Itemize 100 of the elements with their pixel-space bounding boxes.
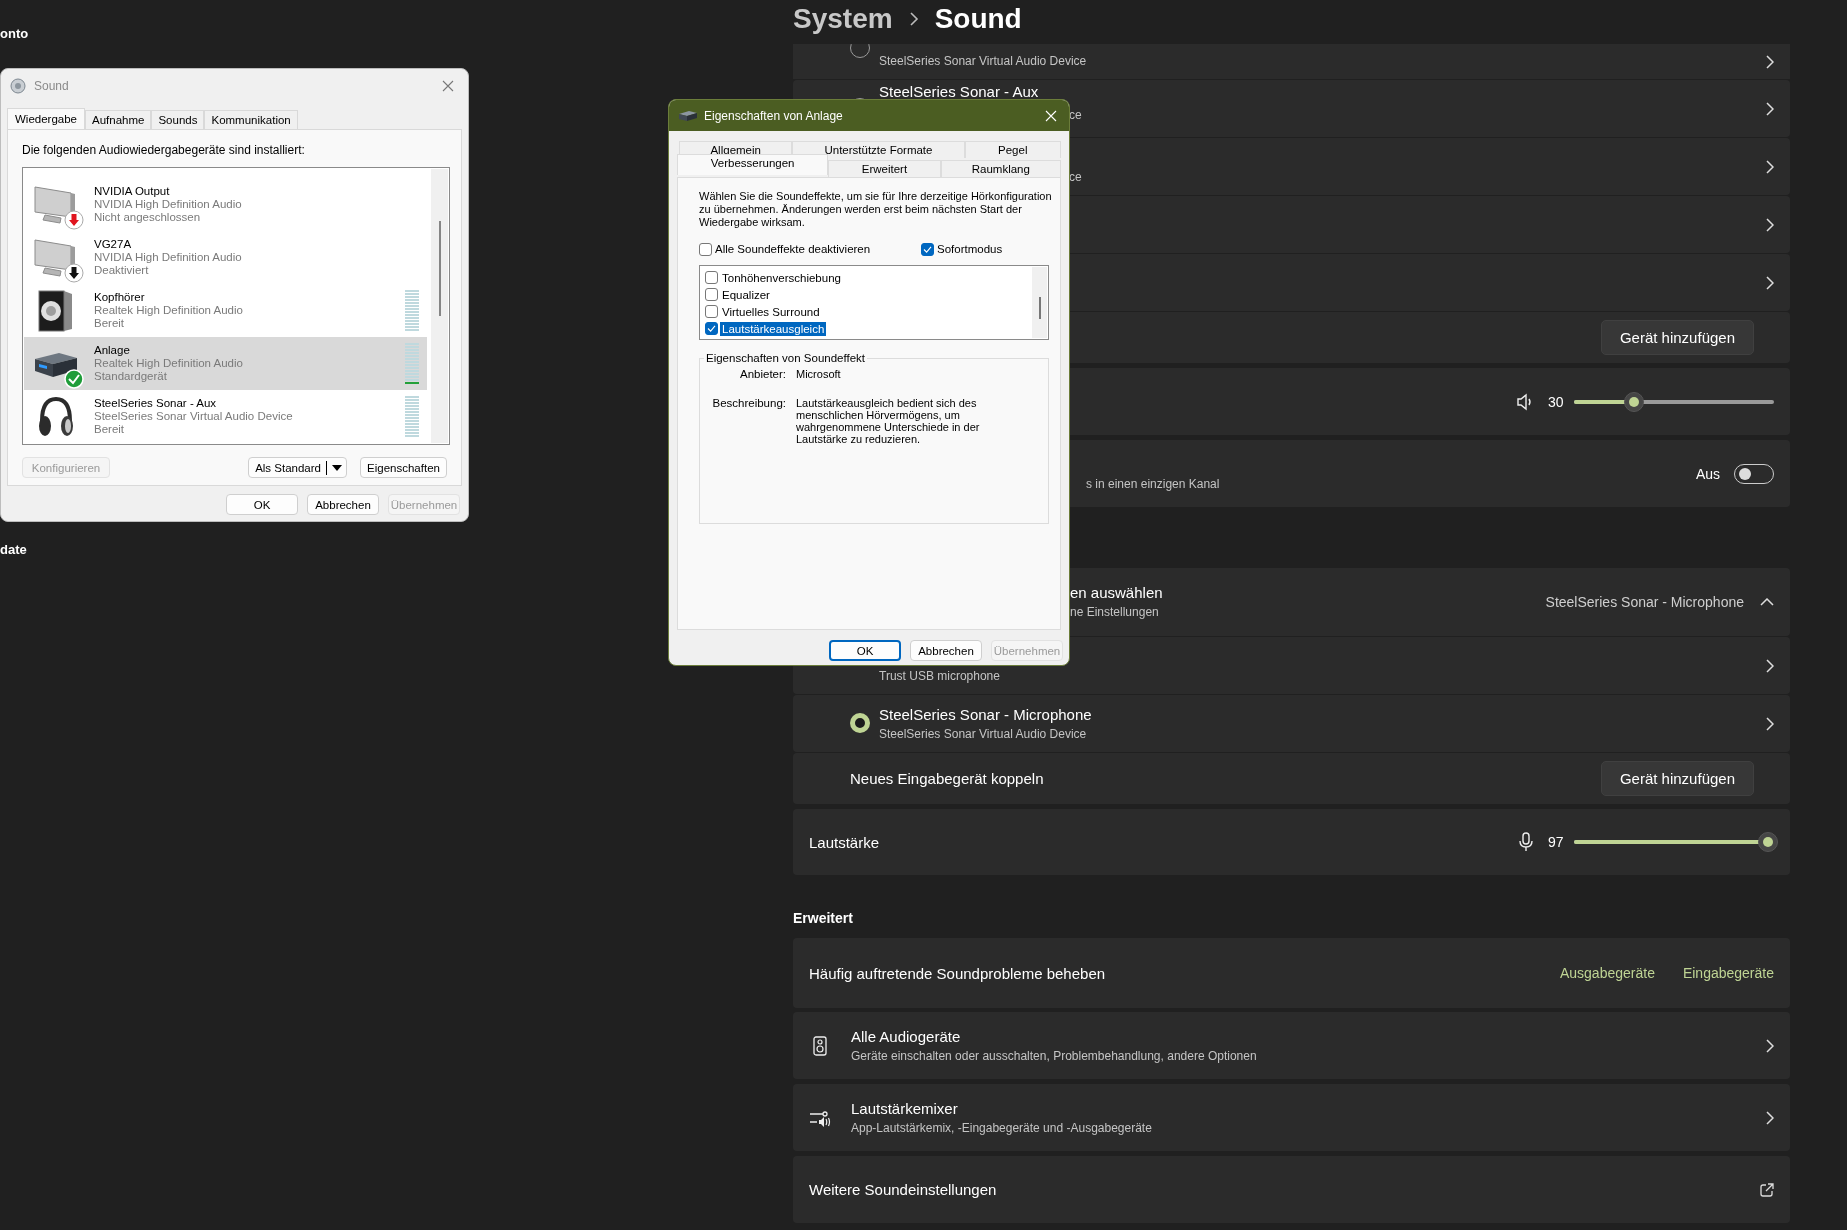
chevron-right-icon xyxy=(1766,54,1774,69)
dialog-button[interactable]: OK xyxy=(226,494,298,515)
chevron-right-icon xyxy=(908,12,919,26)
device-status: Nicht angeschlossen xyxy=(94,211,202,224)
list-item[interactable]: Tonhöhenverschiebung xyxy=(720,270,843,285)
tab[interactable]: Verbesserungen xyxy=(677,154,829,175)
device-status: Bereit xyxy=(94,423,126,436)
radio-button[interactable] xyxy=(850,713,870,733)
background-text: date xyxy=(0,542,27,558)
toggle-state: Aus xyxy=(1695,465,1720,482)
row-label: Neues Eingabegerät koppeln xyxy=(850,770,1044,787)
device-name: Kopfhörer xyxy=(94,291,146,304)
device-list-item[interactable]: SteelSeries Sonar - Aux SteelSeries Sonar Virtual Audio Device Bereit xyxy=(24,390,427,443)
device-driver: NVIDIA High Definition Audio xyxy=(94,251,242,264)
row-description: App-Lautstärkemix, -Eingabegeräte und -Ausgabegeräte xyxy=(851,1119,1153,1137)
list-heading: Die folgenden Audiowiedergabegeräte sind installiert: xyxy=(21,142,306,158)
tab[interactable]: Sounds xyxy=(151,110,205,129)
row-label: Alle Audiogeräte xyxy=(851,1026,962,1047)
scrollbar[interactable] xyxy=(1032,267,1047,338)
chevron-right-icon xyxy=(1766,716,1774,731)
row-label: Häufig auftretende Soundprobleme beheben xyxy=(809,964,1106,982)
add-device-button[interactable]: Gerät hinzufügen xyxy=(1600,761,1754,796)
checkbox-label: Alle Soundeffekte deaktivieren xyxy=(715,243,871,255)
settings-link-row[interactable]: Weitere Soundeinstellungen xyxy=(793,1156,1790,1223)
device-list-item[interactable]: NVIDIA Output NVIDIA High Definition Audio Nicht angeschlossen xyxy=(24,178,427,231)
row-label: Weitere Soundeinstellungen xyxy=(809,1179,998,1200)
add-device-button[interactable]: Gerät hinzufügen xyxy=(1600,320,1754,355)
sound-icon xyxy=(10,78,26,94)
tab[interactable]: Raumklang xyxy=(940,160,1061,177)
device-name: SteelSeries Sonar - Aux xyxy=(879,82,1040,102)
chevron-right-icon xyxy=(1766,1110,1774,1125)
checkbox-label: Sofortmodus xyxy=(937,243,1003,255)
slider-thumb[interactable] xyxy=(1758,832,1778,852)
dropdown-button[interactable]: Als Standard xyxy=(248,457,347,478)
row-description: ne Einstellungen xyxy=(1070,604,1160,621)
checkbox[interactable] xyxy=(921,242,934,256)
device-status: Bereit xyxy=(94,317,126,330)
close-icon[interactable] xyxy=(442,80,454,92)
volume-slider[interactable] xyxy=(1574,391,1774,412)
dialog-button[interactable]: Eigenschaften xyxy=(360,457,447,478)
tab[interactable]: Kommunikation xyxy=(204,110,298,129)
device-status: Deaktiviert xyxy=(94,264,150,277)
tab[interactable]: Erweitert xyxy=(828,160,941,177)
chevron-right-icon xyxy=(1766,275,1774,290)
checkbox[interactable] xyxy=(705,271,718,284)
device-description: Trust USB microphone xyxy=(879,668,1001,685)
tab[interactable]: Wiedergabe xyxy=(7,108,85,130)
row-label: Lautstärke xyxy=(809,833,880,851)
dialog-button[interactable]: Abbrechen xyxy=(307,494,379,515)
slider-thumb[interactable] xyxy=(1624,391,1644,412)
checkbox[interactable] xyxy=(705,305,718,318)
tab[interactable]: Unterstützte Formate xyxy=(792,141,965,158)
chevron-right-icon xyxy=(1766,658,1774,673)
device-driver: SteelSeries Sonar Virtual Audio Device xyxy=(94,410,293,423)
volume-value: 97 xyxy=(1548,834,1565,850)
chevron-up-icon[interactable] xyxy=(1760,598,1774,606)
checkbox[interactable] xyxy=(705,288,718,301)
field-label: Beschreibung: xyxy=(711,397,786,411)
list-item[interactable]: Lautstärkeausgleich xyxy=(720,321,827,336)
speaker-icon[interactable] xyxy=(1516,392,1534,411)
troubleshoot-link[interactable]: Eingabegeräte xyxy=(1682,965,1774,981)
group-title: Eigenschaften von Soundeffekt xyxy=(705,352,866,364)
device-row[interactable]: SteelSeries Sonar - Microphone SteelSeries Sonar Virtual Audio Device xyxy=(793,695,1790,752)
checkbox[interactable] xyxy=(705,322,718,335)
device-list-item[interactable]: Anlage Realtek High Definition Audio Standardgerät xyxy=(24,337,427,390)
external-link-icon xyxy=(1760,1182,1774,1197)
breadcrumb-link[interactable]: System xyxy=(793,2,893,36)
device-row[interactable]: SteelSeries Sonar Virtual Audio Device xyxy=(793,44,1790,79)
headphones-icon xyxy=(36,394,76,439)
mixer-icon xyxy=(809,1108,831,1127)
dialog-button[interactable]: OK xyxy=(829,640,901,661)
device-name: VG27A xyxy=(94,238,133,251)
list-item[interactable]: Virtuelles Surround xyxy=(720,304,822,319)
device-list-item[interactable]: Kopfhörer Realtek High Definition Audio Bereit xyxy=(24,284,427,337)
device-driver: Realtek High Definition Audio xyxy=(94,304,243,317)
tab[interactable]: Aufnahme xyxy=(85,110,152,129)
chevron-right-icon xyxy=(1766,1038,1774,1053)
device-name: Anlage xyxy=(94,344,131,357)
device-list-item[interactable]: VG27A NVIDIA High Definition Audio Deaktiviert xyxy=(24,231,427,284)
device-description: SteelSeries Sonar Virtual Audio Device xyxy=(879,726,1088,743)
device-name: NVIDIA Output xyxy=(94,185,171,198)
tab[interactable]: Pegel xyxy=(964,141,1061,158)
checkbox[interactable] xyxy=(699,242,712,256)
list-item[interactable]: Equalizer xyxy=(720,287,772,302)
device-name: SteelSeries Sonar - Aux xyxy=(94,397,218,410)
settings-link-row[interactable]: Alle Audiogeräte Geräte einschalten oder ausschalten, Problembehandlung, andere Optionen xyxy=(793,1012,1790,1079)
row-label: Lautstärkemixer xyxy=(851,1098,959,1119)
field-label: Anbieter: xyxy=(738,368,786,380)
settings-link-row[interactable]: Lautstärkemixer App-Lautstärkemix, -Eingabegeräte und -Ausgabegeräte xyxy=(793,1084,1790,1151)
microphone-icon[interactable] xyxy=(1518,832,1534,852)
troubleshoot-link[interactable]: Ausgabegeräte xyxy=(1559,965,1655,981)
field-value: Lautstärkeausgleich bedient sich des menschlichen Hörvermögens, um wahrgenommene Unterschiede in der Lautstärke zu reduzieren. xyxy=(796,397,981,445)
window-title: Sound xyxy=(34,79,69,93)
device-driver: NVIDIA High Definition Audio xyxy=(94,198,242,211)
dialog-button[interactable]: Abbrechen xyxy=(910,640,982,661)
scrollbar[interactable] xyxy=(431,169,448,443)
receiver-icon xyxy=(678,109,698,122)
device-driver: Realtek High Definition Audio xyxy=(94,357,243,370)
device-status: Standardgerät xyxy=(94,370,168,383)
row-description: s in einen einzigen Kanal xyxy=(1086,475,1220,493)
